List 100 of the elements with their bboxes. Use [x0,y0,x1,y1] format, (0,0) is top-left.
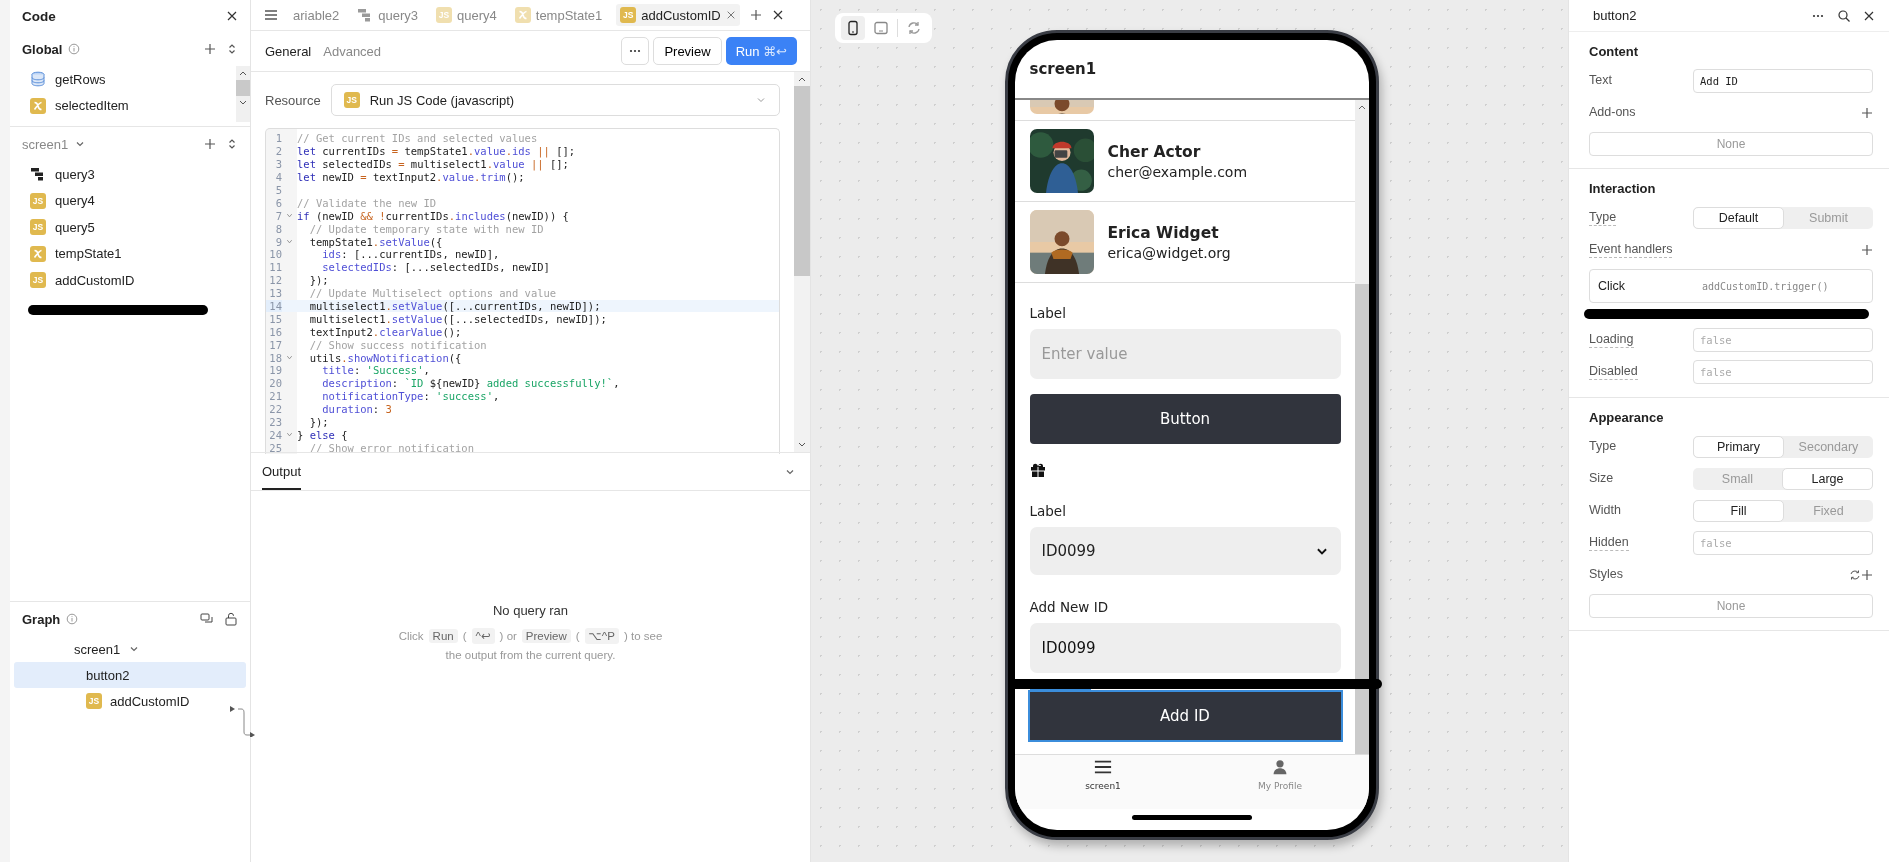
property-label: Loading [1589,332,1634,348]
js-icon: JS [620,7,637,23]
line-number: 4 [274,171,282,184]
section-title: Global [22,41,63,57]
code-line: // Show success notification [308,338,487,351]
js-icon: JS [30,272,46,289]
settings-tab[interactable]: Advanced [323,43,382,59]
code-line: // Update temporary state with new ID [308,222,544,235]
line-number: 16 [268,325,282,338]
code-line: // Update Multiselect options and value [308,287,557,300]
property-field[interactable]: false [1693,531,1873,555]
code-line: description: `ID ${newID} added successfully!`, [321,377,620,390]
segment-option[interactable]: Large [1782,468,1873,490]
event-handler[interactable]: Click addCustomID.trigger() [1589,269,1873,303]
help-text: ( [575,630,580,642]
field-label: Label [1029,503,1067,519]
tree-item[interactable]: query3 [10,161,250,188]
screen-title: screen1 [1029,60,1097,78]
editor-tab[interactable]: query3 [353,4,422,26]
contact-email: cher@example.com [1107,163,1248,180]
property-label: Add-ons [1589,105,1636,121]
help-text: ( [462,630,467,642]
section-title: Graph [22,611,61,627]
contact-row[interactable]: Erica Widget erica@widget.org [1014,202,1355,283]
code-line: // Get current IDs and selected values [297,132,538,145]
editor-tab[interactable]: ariable2 [289,4,344,26]
contact-name: Cher Actor [1107,142,1202,161]
preview-button[interactable]: Preview [653,37,722,65]
property-label: Styles [1589,567,1624,583]
property-field[interactable]: false [1693,360,1873,384]
shortcut-key: ⌥^P [584,628,619,644]
code-line: title: 'Success', [321,364,430,377]
property-label: Width [1589,503,1621,519]
line-number: 20 [268,377,282,390]
section-title: Content [1589,42,1640,61]
tree-item[interactable]: JS query5 [10,214,250,241]
property-field[interactable]: Add ID [1693,69,1873,93]
graph-node[interactable]: JS addCustomID [86,693,190,709]
graph-node[interactable]: button2 [14,662,246,688]
line-number: 3 [274,158,282,171]
nav-tab[interactable]: My Profile [1191,755,1369,809]
line-number: 9 [274,235,282,248]
code-line: }); [308,274,329,287]
tree-item[interactable]: JS query4 [10,187,250,214]
property-field[interactable]: false [1693,328,1873,352]
code-line: let newID = textInput2.value.trim(); [297,171,525,184]
help-text: Click [398,630,424,642]
code-line: utils.showNotification({ [308,351,462,364]
graph-node[interactable]: screen1 [74,641,141,657]
resource-select[interactable]: JS Run JS Code (javascript) [330,84,780,116]
property-label: Type [1589,439,1617,455]
line-number: 17 [268,338,282,351]
output-tab[interactable]: Output [262,453,302,490]
contact-row[interactable]: Cher Actor cher@example.com [1014,121,1355,202]
tree-item[interactable]: tempState1 [10,240,250,267]
js-icon: JS [30,219,46,236]
button[interactable]: Button [1029,394,1341,444]
text-input[interactable]: Enter value [1029,329,1341,379]
tree-item[interactable]: JS addCustomID [10,267,250,294]
property-label: Size [1589,471,1614,487]
section-title: Appearance [1589,408,1665,427]
segment-option[interactable]: Primary [1693,436,1784,458]
code-line: let currentIDs = tempState1.value.ids || []; [297,145,576,158]
nav-tab[interactable]: screen1 [1014,755,1192,809]
code-line: multiselect1.setValue([...selectedIDs, newID]); [308,312,607,325]
tree-item[interactable]: getRows [10,66,236,93]
line-number: 13 [268,287,282,300]
line-number: 25 [268,441,282,454]
line-number: 12 [268,274,282,287]
help-text: ) to see [623,630,663,642]
segment-option[interactable]: Fill [1693,500,1784,522]
line-number: 8 [274,222,282,235]
code-line: notificationType: 'success', [321,390,500,403]
code-line: textInput2.clearValue(); [308,325,462,338]
line-number: 14 [266,300,282,312]
editor-tab[interactable]: JS addCustomID [616,4,740,26]
line-number: 22 [268,403,282,416]
line-number: 23 [268,416,282,429]
help-text: the output from the current query. [445,649,616,661]
run-button[interactable]: Run ⌘↩ [725,37,797,65]
editor-tab[interactable]: JS query4 [432,4,501,26]
contact-name: Erica Widget [1107,223,1220,242]
settings-tab[interactable]: General [265,43,312,59]
editor-tab[interactable]: tempState1 [510,4,607,26]
shortcut-key: Run [428,629,458,643]
field-label: Label [1029,305,1067,321]
select-field[interactable]: ID0099 [1029,527,1341,575]
add-id-button[interactable]: Add ID [1029,692,1341,740]
segment-option[interactable]: Default [1693,207,1784,229]
section-title[interactable]: screen1 [22,136,69,152]
code-line: }); [308,416,329,429]
tree-item[interactable]: selectedItem [10,92,236,119]
line-number: 21 [268,390,282,403]
field-label: Resource [265,92,321,108]
line-number: 6 [274,196,282,209]
inspector-title: button2 [1593,8,1637,23]
text-input[interactable]: ID0099 [1029,623,1341,673]
code-line: if (newID && !currentIDs.includes(newID)) { [297,209,569,222]
code-line: // Validate the new ID [297,196,437,209]
contact-email: erica@widget.org [1107,244,1231,261]
